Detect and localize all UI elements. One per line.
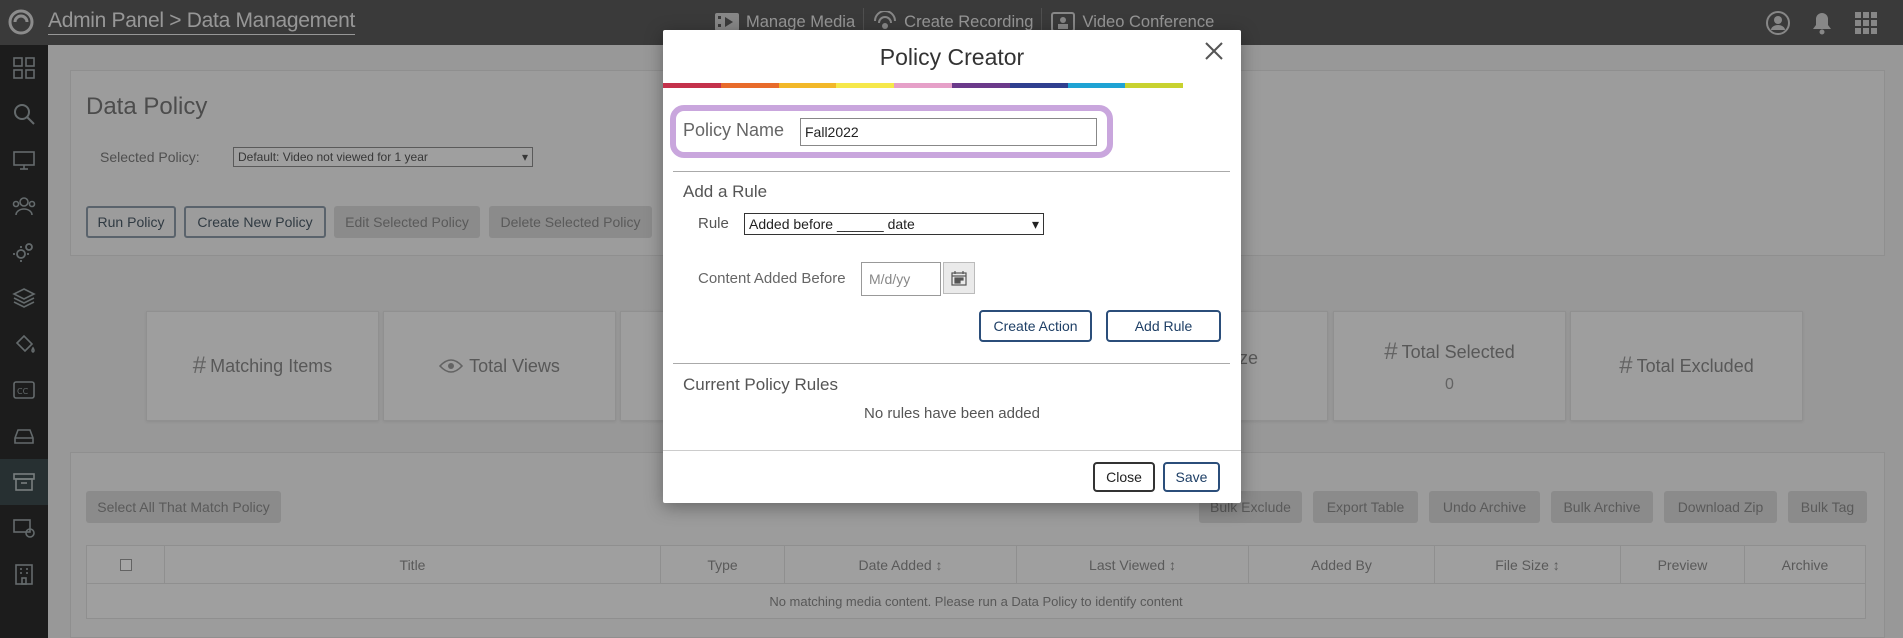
stripe-segment bbox=[1067, 83, 1126, 88]
modal-title: Policy Creator bbox=[879, 44, 1025, 70]
date-input[interactable]: M/d/yy bbox=[861, 262, 941, 296]
stripe-segment bbox=[663, 83, 721, 88]
add-rule-button[interactable]: Add Rule bbox=[1106, 310, 1221, 342]
stripe-segment bbox=[778, 83, 837, 88]
rule-label: Rule bbox=[698, 215, 729, 232]
policy-name-label: Policy Name bbox=[683, 120, 785, 140]
policy-name-input[interactable] bbox=[800, 118, 1097, 146]
divider bbox=[673, 363, 1230, 364]
content-added-before-label: Content Added Before bbox=[698, 270, 846, 287]
modal-footer-divider bbox=[663, 450, 1241, 451]
policy-creator-modal: Policy Creator Policy Name Add a Rule Ru… bbox=[663, 30, 1241, 503]
color-stripe bbox=[663, 83, 1241, 88]
stripe-segment bbox=[1125, 83, 1184, 88]
current-policy-rules-title: Current Policy Rules bbox=[683, 375, 838, 394]
calendar-button[interactable] bbox=[943, 262, 975, 294]
calendar-icon bbox=[951, 271, 967, 286]
stripe-segment bbox=[951, 83, 1010, 88]
stripe-segment bbox=[1183, 83, 1241, 88]
save-button[interactable]: Save bbox=[1163, 462, 1220, 492]
no-rules-message: No rules have been added bbox=[864, 405, 1040, 422]
stripe-segment bbox=[720, 83, 779, 88]
create-action-button[interactable]: Create Action bbox=[979, 310, 1092, 342]
rule-select-value: Added before ______ date bbox=[749, 216, 915, 232]
date-placeholder: M/d/yy bbox=[869, 271, 911, 287]
stripe-segment bbox=[894, 83, 952, 88]
rule-select[interactable]: Added before ______ date ▾ bbox=[744, 213, 1044, 235]
stripe-segment bbox=[836, 83, 895, 88]
divider bbox=[673, 171, 1230, 172]
chevron-down-icon: ▾ bbox=[1031, 215, 1039, 232]
close-icon[interactable] bbox=[1203, 40, 1225, 62]
add-rule-title: Add a Rule bbox=[683, 182, 768, 201]
close-button[interactable]: Close bbox=[1093, 462, 1155, 492]
stripe-segment bbox=[1009, 83, 1068, 88]
